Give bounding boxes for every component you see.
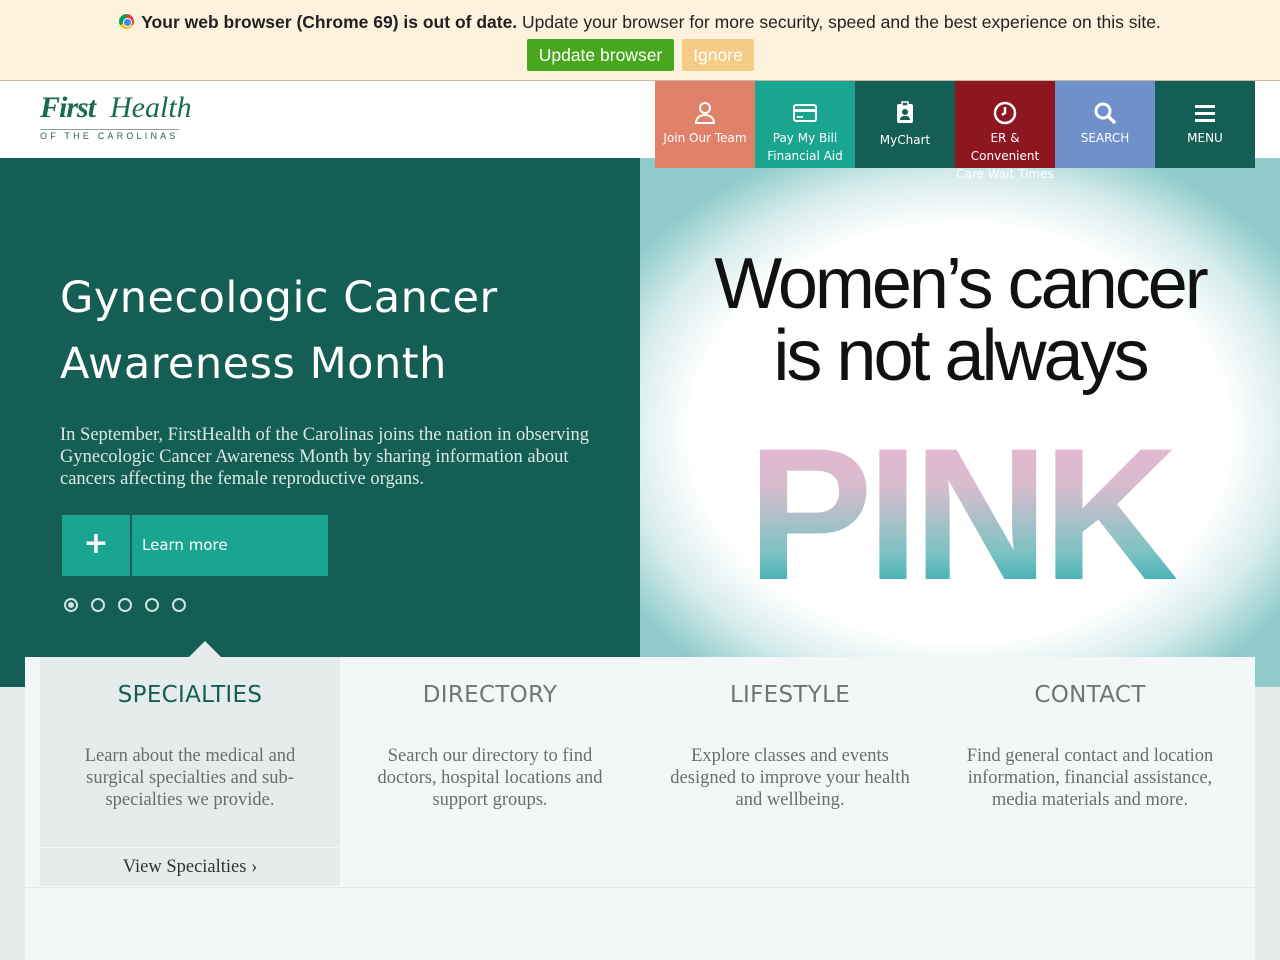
slider-dot-3[interactable]: [118, 598, 132, 612]
nav-label: SEARCH: [1080, 131, 1130, 145]
panel-title: CONTACT: [1034, 682, 1146, 708]
panel-lifestyle[interactable]: LIFESTYLE Explore classes and events des…: [640, 657, 940, 887]
menu-icon: [1193, 101, 1217, 125]
panel-title: DIRECTORY: [422, 682, 558, 708]
update-text: Update your browser for more security, s…: [517, 12, 1161, 32]
clock-icon: [993, 101, 1017, 125]
slider-dot-4[interactable]: [145, 598, 159, 612]
plus-icon: +: [62, 515, 132, 576]
logo-first: First: [40, 91, 96, 124]
chrome-icon: [119, 14, 135, 29]
nav-er-wait-times[interactable]: ER & Convenient Care Wait Times: [955, 81, 1055, 181]
nav-pay-my-bill[interactable]: Pay My Bill Financial Aid: [755, 81, 855, 168]
slider-dot-5[interactable]: [172, 598, 186, 612]
nav-label: ER & Convenient Care Wait Times: [956, 131, 1054, 181]
panel-title: SPECIALTIES: [117, 682, 263, 708]
hero-image-line-2: is not always: [773, 316, 1149, 396]
learn-more-label: Learn more: [142, 536, 228, 554]
firsthealth-logo[interactable]: First Health OF THE CAROLINAS: [40, 91, 200, 141]
search-icon: [1093, 101, 1117, 125]
hero-image-line-1: Women’s cancer: [714, 244, 1209, 324]
browser-update-banner: Your web browser (Chrome 69) is out of d…: [0, 0, 1280, 81]
panel-description: Find general contact and location inform…: [966, 746, 1214, 810]
credit-card-icon: [793, 101, 817, 125]
panel-description: Learn about the medical and surgical spe…: [84, 746, 296, 810]
nav-label: Join Our Team: [663, 131, 747, 145]
slider-dot-1[interactable]: [64, 598, 78, 612]
panel-specialties[interactable]: SPECIALTIES Learn about the medical and …: [40, 641, 340, 847]
panel-description: Search our directory to find doctors, ho…: [377, 746, 603, 810]
hero-title: Gynecologic Cancer Awareness Month: [60, 273, 498, 389]
view-specialties-link[interactable]: View Specialties ›: [40, 848, 340, 886]
nav-label: MENU: [1187, 131, 1223, 145]
panel-title: LIFESTYLE: [729, 682, 851, 708]
badge-icon: [893, 101, 917, 125]
hero-description: In September, FirstHealth of the Carolin…: [60, 425, 589, 489]
slider-dots: [64, 598, 199, 612]
update-bold-text: Your web browser (Chrome 69) is out of d…: [141, 12, 518, 32]
nav-label: Pay My Bill Financial Aid: [767, 131, 843, 163]
hero-image-headline: Women’s cancer is not always: [640, 248, 1280, 392]
panel-contact[interactable]: CONTACT Find general contact and locatio…: [940, 657, 1240, 887]
logo-tagline: OF THE CAROLINAS: [40, 129, 179, 141]
panel-description: Explore classes and events designed to i…: [670, 746, 910, 810]
nav-mychart[interactable]: MyChart: [855, 81, 955, 168]
nav-join-our-team[interactable]: Join Our Team: [655, 81, 755, 168]
slider-dot-2[interactable]: [91, 598, 105, 612]
panels-divider: [25, 887, 1255, 888]
user-icon: [693, 101, 717, 125]
top-navigation: Join Our Team Pay My Bill Financial Aid …: [655, 81, 1255, 181]
nav-menu[interactable]: MENU: [1155, 81, 1255, 168]
hero-image-pink-word: PINK: [640, 420, 1280, 608]
panel-pointer: [189, 641, 221, 657]
nav-search[interactable]: SEARCH: [1055, 81, 1155, 168]
nav-label: MyChart: [879, 133, 931, 147]
panel-directory[interactable]: DIRECTORY Search our directory to find d…: [340, 657, 640, 887]
logo-health: Health: [110, 91, 192, 124]
ignore-button[interactable]: Ignore: [682, 39, 754, 71]
learn-more-button[interactable]: + Learn more: [62, 515, 328, 576]
update-message: Your web browser (Chrome 69) is out of d…: [0, 12, 1280, 33]
update-browser-button[interactable]: Update browser: [527, 39, 674, 71]
quick-links-panels: SPECIALTIES Learn about the medical and …: [25, 641, 1255, 960]
hero-image: Women’s cancer is not always PINK: [640, 158, 1280, 687]
